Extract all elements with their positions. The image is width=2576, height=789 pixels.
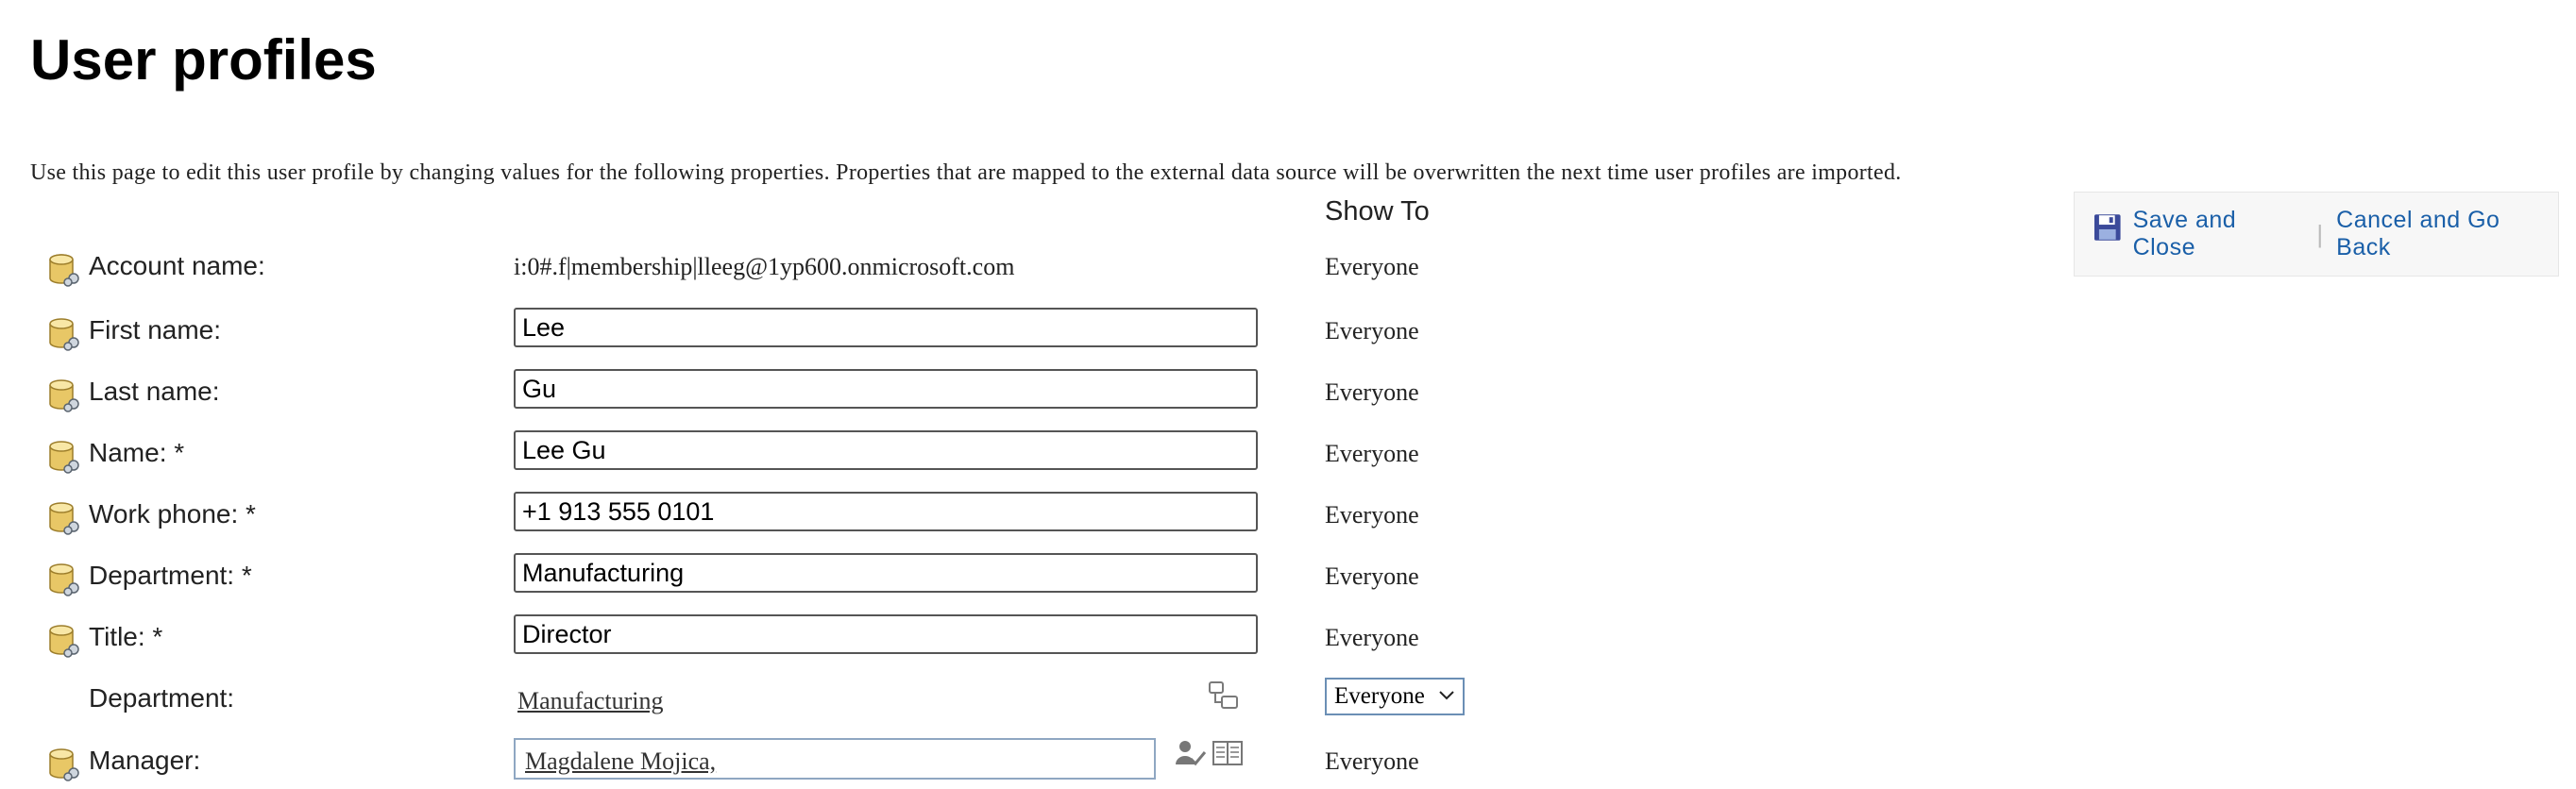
database-mapped-icon (49, 502, 79, 535)
save-and-close-link[interactable]: Save and Close (2133, 207, 2304, 261)
action-separator: | (2316, 219, 2324, 248)
show-to-selected-value: Everyone (1334, 683, 1425, 709)
account-name-row: Account name: i:0#.f|membership|lleeg@1y… (0, 242, 1511, 294)
account-name-show-to: Everyone (1325, 253, 1419, 280)
database-mapped-icon (49, 625, 79, 658)
manager-show-to: Everyone (1325, 747, 1419, 775)
address-book-icon[interactable] (1212, 738, 1244, 768)
title-row: Title: * Everyone (0, 613, 1511, 665)
department-required-show-to: Everyone (1325, 562, 1419, 590)
chevron-down-icon (1439, 691, 1454, 700)
last-name-show-to: Everyone (1325, 378, 1419, 406)
database-mapped-icon (49, 563, 79, 596)
page-title: User profiles (30, 28, 377, 92)
last-name-label: Last name: (89, 377, 220, 406)
cancel-and-go-back-link[interactable]: Cancel and Go Back (2336, 207, 2558, 261)
name-label: Name: * (89, 438, 185, 467)
name-show-to: Everyone (1325, 440, 1419, 467)
first-name-row: First name: Everyone (0, 306, 1511, 359)
department-taxonomy-value[interactable]: Manufacturing (517, 687, 664, 715)
account-name-value: i:0#.f|membership|lleeg@1yp600.onmicroso… (514, 253, 1015, 280)
database-mapped-icon (49, 379, 79, 412)
database-mapped-icon (49, 441, 79, 474)
work-phone-label: Work phone: * (89, 499, 256, 529)
account-name-label: Account name: (89, 251, 265, 280)
manager-resolved-name[interactable]: Magdalene Mojica, (525, 747, 716, 775)
database-mapped-icon (49, 748, 79, 781)
first-name-input[interactable] (514, 308, 1258, 347)
work-phone-row: Work phone: * Everyone (0, 490, 1511, 543)
manager-label: Manager: (89, 746, 201, 775)
title-show-to: Everyone (1325, 624, 1419, 651)
department-show-to-select[interactable]: Everyone (1325, 678, 1465, 715)
page-description: Use this page to edit this user profile … (30, 160, 1902, 185)
work-phone-show-to: Everyone (1325, 501, 1419, 529)
last-name-input[interactable] (514, 369, 1258, 409)
taxonomy-browse-icon[interactable] (1207, 680, 1241, 712)
department-taxonomy-row: Department: Manufacturing Everyone (0, 674, 1511, 727)
work-phone-input[interactable] (514, 492, 1258, 531)
action-bar: Save and Close | Cancel and Go Back (2074, 192, 2559, 277)
last-name-row: Last name: Everyone (0, 367, 1511, 420)
show-to-column-header: Show To (1325, 196, 1430, 227)
name-input[interactable] (514, 430, 1258, 470)
department-required-row: Department: * Everyone (0, 551, 1511, 604)
name-row: Name: * Everyone (0, 428, 1511, 481)
first-name-show-to: Everyone (1325, 317, 1419, 344)
department-taxonomy-label: Department: (89, 683, 235, 713)
database-mapped-icon (49, 254, 79, 287)
manager-row: Manager: Magdalene Mojica, Everyone (0, 736, 1511, 789)
manager-people-picker[interactable]: Magdalene Mojica, (514, 738, 1156, 780)
database-mapped-icon (49, 318, 79, 351)
title-input[interactable] (514, 614, 1258, 654)
floppy-disk-icon[interactable] (2093, 213, 2122, 242)
department-required-label: Department: * (89, 561, 252, 590)
check-names-icon[interactable] (1174, 738, 1208, 770)
department-input[interactable] (514, 553, 1258, 593)
first-name-label: First name: (89, 315, 222, 344)
title-label: Title: * (89, 622, 163, 651)
